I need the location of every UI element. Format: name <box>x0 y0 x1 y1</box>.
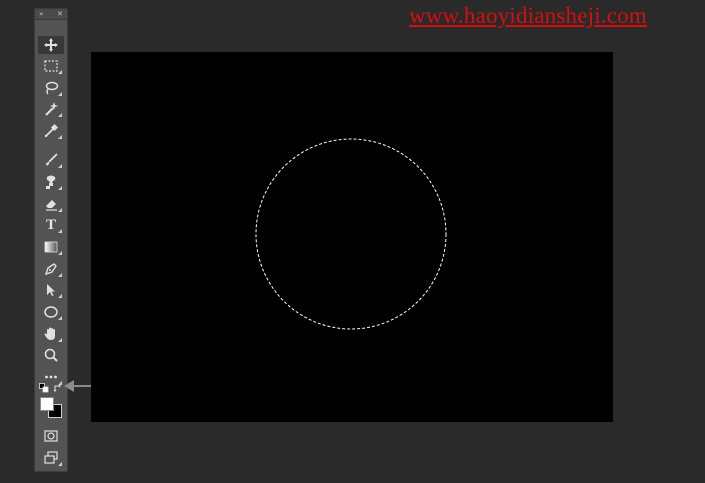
more-indicator <box>58 208 62 212</box>
more-indicator <box>58 251 62 255</box>
type-tool[interactable]: T <box>38 216 64 234</box>
eraser-icon <box>46 200 57 211</box>
screen-mode-icon <box>44 451 58 464</box>
hand-tool[interactable] <box>38 325 64 343</box>
gradient-tool[interactable] <box>38 238 64 256</box>
more-indicator <box>58 229 62 233</box>
pen-tool[interactable] <box>38 260 64 278</box>
clone-stamp-tool[interactable] <box>38 173 64 191</box>
more-indicator <box>58 92 62 96</box>
close-icon[interactable]: ✕ <box>57 9 63 20</box>
more-indicator <box>58 113 62 117</box>
quick-mask-button[interactable] <box>38 427 64 445</box>
brush-icon <box>46 153 58 166</box>
ellipse-icon <box>44 306 58 318</box>
ellipse-selection-marquee <box>255 138 447 330</box>
quick-mask-icon <box>44 430 58 442</box>
stamp-icon <box>46 175 56 189</box>
foreground-color-swatch[interactable] <box>40 397 54 411</box>
gradient-icon <box>44 241 58 253</box>
more-indicator <box>58 462 62 466</box>
more-indicator <box>58 338 62 342</box>
marquee-tool[interactable] <box>38 57 64 75</box>
more-indicator <box>58 135 62 139</box>
move-icon <box>44 38 58 52</box>
more-indicator <box>58 273 62 277</box>
document-canvas[interactable] <box>91 52 613 422</box>
rect-marquee-icon <box>44 60 58 72</box>
lasso-icon <box>45 81 59 95</box>
type-icon: T <box>45 217 56 233</box>
brush-tool[interactable] <box>38 151 64 169</box>
path-selection-tool[interactable] <box>38 281 64 299</box>
zoom-tool[interactable] <box>38 346 64 364</box>
watermark-link: www.haoyidiansheji.com <box>409 3 647 28</box>
more-indicator <box>58 294 62 298</box>
ellipse-tool[interactable] <box>38 303 64 321</box>
magic-wand-tool[interactable] <box>38 100 64 118</box>
arrow-select-icon <box>47 284 55 296</box>
more-indicator <box>58 316 62 320</box>
zoom-icon <box>44 348 58 362</box>
more-indicator <box>58 164 62 168</box>
selection-overlay <box>255 138 447 330</box>
tools-panel: » ✕ T <box>34 8 68 472</box>
eraser-tool[interactable] <box>38 195 64 213</box>
eyedropper-icon <box>44 123 59 138</box>
eyedropper-tool[interactable] <box>38 122 64 140</box>
magic-wand-icon <box>45 102 58 116</box>
move-tool[interactable] <box>38 36 64 54</box>
hand-icon <box>44 327 55 340</box>
lasso-tool[interactable] <box>38 79 64 97</box>
more-indicator <box>58 186 62 190</box>
default-colors-icon[interactable] <box>39 383 49 393</box>
collapse-icon[interactable]: » <box>39 9 43 20</box>
screen-mode-button[interactable] <box>38 449 64 467</box>
panel-header: » ✕ <box>35 9 67 20</box>
pen-icon <box>44 263 57 276</box>
more-indicator <box>58 70 62 74</box>
